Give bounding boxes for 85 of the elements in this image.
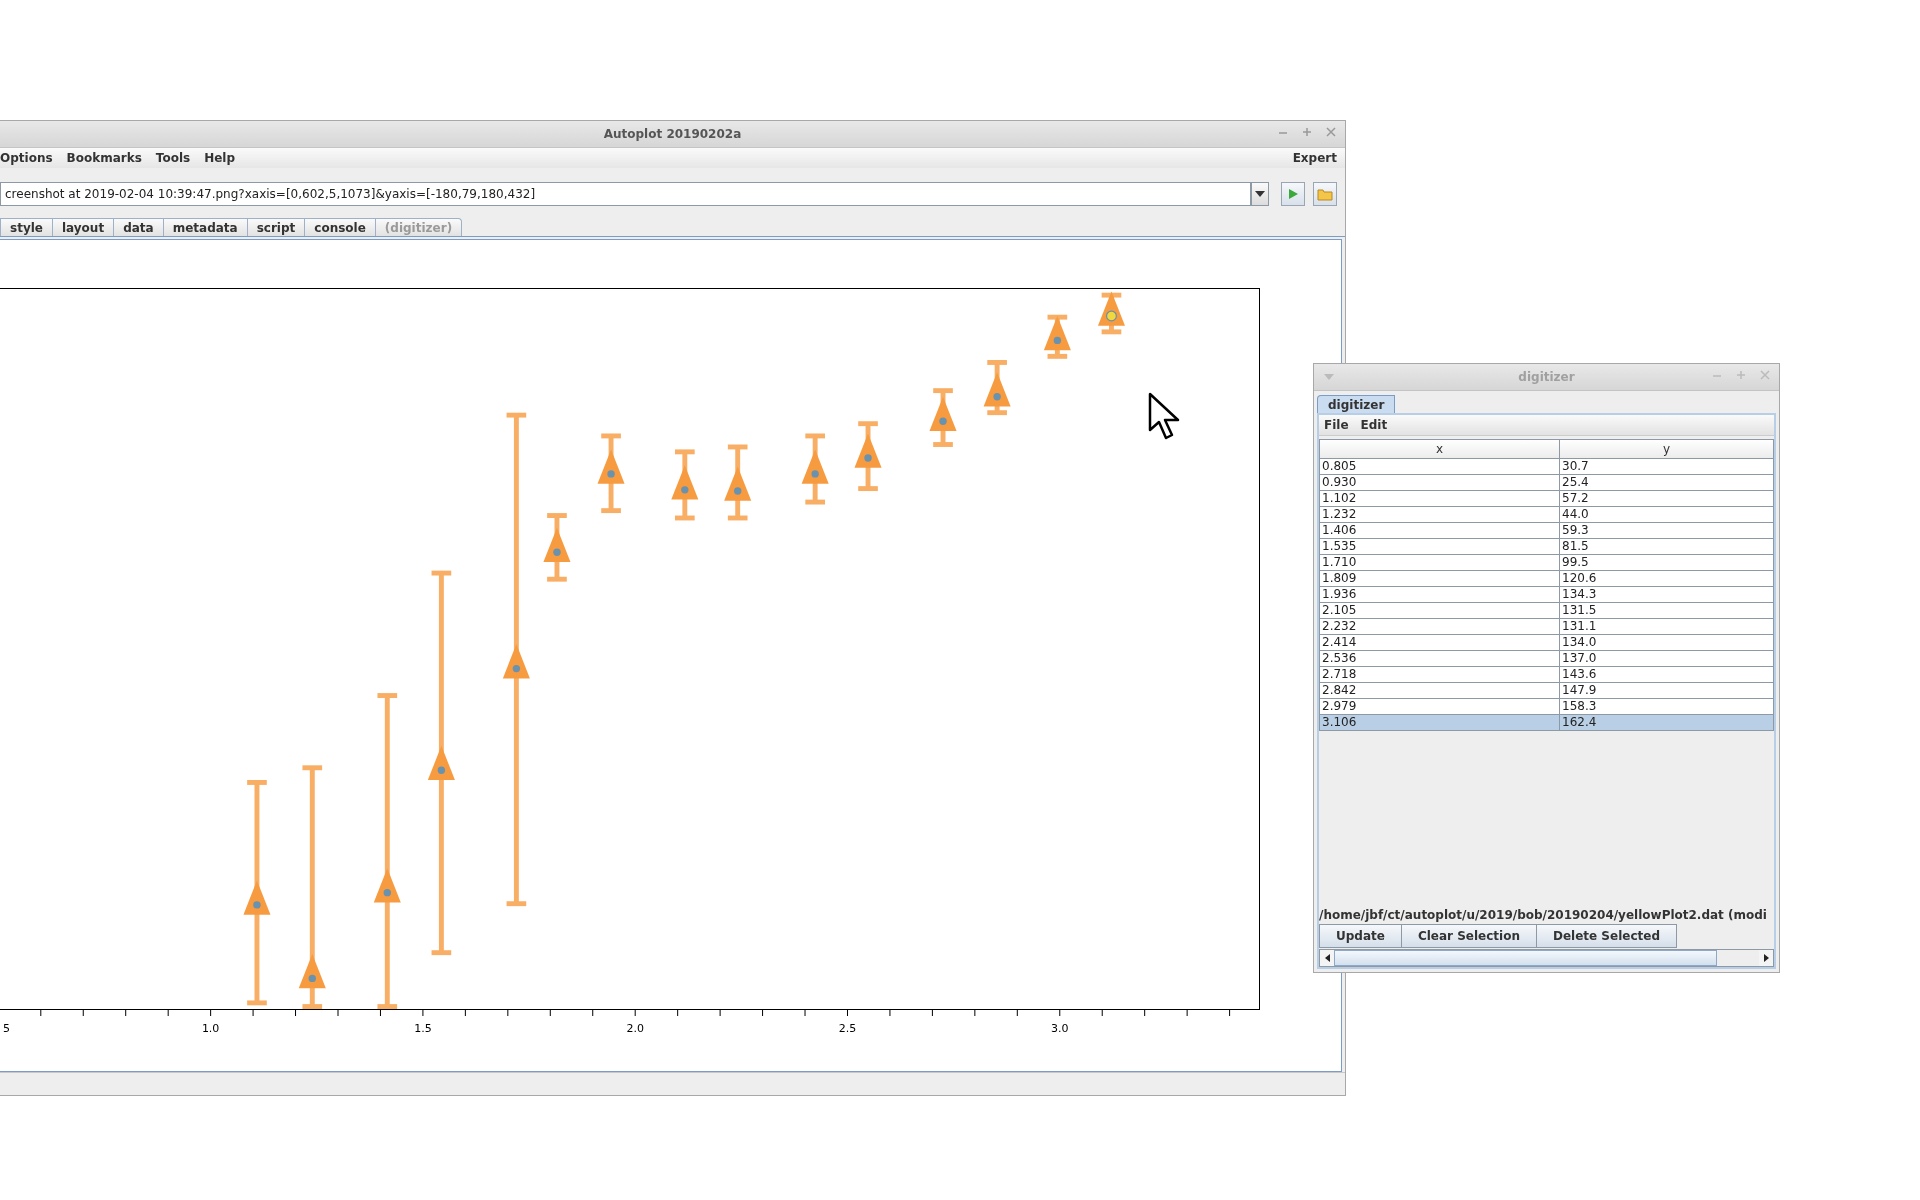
url-field[interactable]: creenshot at 2019-02-04 10:39:47.png?xaxis=[0,602,5,1073]&yaxis=[-180,79,180,432] bbox=[0, 181, 1251, 206]
action-button[interactable]: Clear Selection bbox=[1400, 924, 1537, 948]
table-cell[interactable]: 158.3 bbox=[1560, 699, 1774, 715]
tab[interactable]: metadata bbox=[162, 218, 248, 236]
open-button[interactable] bbox=[1313, 181, 1337, 206]
table-cell[interactable]: 25.4 bbox=[1560, 475, 1774, 491]
table-cell[interactable]: 81.5 bbox=[1560, 539, 1774, 555]
play-button[interactable] bbox=[1281, 181, 1305, 206]
close-icon[interactable] bbox=[1759, 369, 1771, 381]
table-cell[interactable]: 30.7 bbox=[1560, 459, 1774, 475]
table-cell[interactable]: 120.6 bbox=[1560, 571, 1774, 587]
axis-tick-label: 3.0 bbox=[1051, 1022, 1069, 1035]
table-cell[interactable]: 2.979 bbox=[1320, 699, 1560, 715]
data-point bbox=[1043, 314, 1071, 359]
action-button[interactable]: Delete Selected bbox=[1535, 924, 1677, 948]
caret-icon[interactable] bbox=[1324, 374, 1334, 380]
dropdown-button[interactable] bbox=[1251, 181, 1269, 206]
menu-item[interactable]: File bbox=[1324, 418, 1349, 432]
table-cell[interactable]: 131.1 bbox=[1560, 619, 1774, 635]
table-cell[interactable]: 3.106 bbox=[1320, 715, 1560, 731]
table-cell[interactable]: 2.536 bbox=[1320, 651, 1560, 667]
folder-icon bbox=[1317, 186, 1333, 201]
left-arrow-icon[interactable] bbox=[1324, 954, 1330, 962]
table-cell[interactable]: 2.718 bbox=[1320, 667, 1560, 683]
tab[interactable]: script bbox=[246, 218, 306, 236]
menu-item[interactable]: Options bbox=[0, 151, 53, 165]
close-icon[interactable] bbox=[1325, 126, 1337, 138]
table-cell[interactable]: 2.232 bbox=[1320, 619, 1560, 635]
table-cell[interactable]: 131.5 bbox=[1560, 603, 1774, 619]
tab[interactable]: console bbox=[304, 218, 376, 236]
axis-tick-label: 1.5 bbox=[414, 1022, 432, 1035]
table-cell[interactable]: 44.0 bbox=[1560, 507, 1774, 523]
table-cell[interactable]: 2.105 bbox=[1320, 603, 1560, 619]
table-cell[interactable]: 0.805 bbox=[1320, 459, 1560, 475]
window-title: digitizer bbox=[1518, 370, 1575, 384]
column-header[interactable]: y bbox=[1560, 439, 1774, 459]
data-point bbox=[854, 421, 882, 492]
maximize-icon[interactable] bbox=[1735, 369, 1747, 381]
play-icon bbox=[1287, 187, 1299, 200]
table-cell[interactable]: 1.936 bbox=[1320, 587, 1560, 603]
table-cell[interactable]: 1.710 bbox=[1320, 555, 1560, 571]
data-point bbox=[929, 388, 957, 447]
table-cell[interactable]: 2.414 bbox=[1320, 635, 1560, 651]
window-title: Autoplot 20190202a bbox=[603, 127, 742, 141]
menu-item[interactable]: Help bbox=[204, 151, 236, 165]
tab[interactable]: layout bbox=[51, 218, 115, 236]
tab[interactable]: style bbox=[0, 218, 53, 236]
table-cell[interactable]: 0.930 bbox=[1320, 475, 1560, 491]
file-path: /home/jbf/ct/autoplot/u/2019/bob/20190204/yellowPlot2.dat (modi bbox=[1319, 907, 1768, 924]
table-cell[interactable]: 1.535 bbox=[1320, 539, 1560, 555]
action-button[interactable]: Update bbox=[1319, 924, 1402, 948]
table-cell[interactable]: 162.4 bbox=[1560, 715, 1774, 731]
data-point bbox=[671, 449, 699, 521]
horizontal-scrollbar[interactable] bbox=[1319, 949, 1774, 967]
caret-icon bbox=[1255, 190, 1265, 197]
table-cell[interactable]: 59.3 bbox=[1560, 523, 1774, 539]
axis-tick-label: 2.0 bbox=[626, 1022, 644, 1035]
maximize-icon[interactable] bbox=[1301, 126, 1313, 138]
table-cell[interactable]: 1.102 bbox=[1320, 491, 1560, 507]
table-cell[interactable]: 143.6 bbox=[1560, 667, 1774, 683]
table-cell[interactable]: 57.2 bbox=[1560, 491, 1774, 507]
axis-tick-label: 5 bbox=[3, 1022, 10, 1035]
table-cell[interactable]: 147.9 bbox=[1560, 683, 1774, 699]
menu-item[interactable]: Tools bbox=[155, 151, 191, 165]
data-point bbox=[801, 433, 829, 505]
table-cell[interactable]: 134.3 bbox=[1560, 587, 1774, 603]
menu-item[interactable]: Edit bbox=[1360, 418, 1388, 432]
table-cell[interactable]: 1.809 bbox=[1320, 571, 1560, 587]
table-cell[interactable]: 137.0 bbox=[1560, 651, 1774, 667]
table-cell[interactable]: 99.5 bbox=[1560, 555, 1774, 571]
table-cell[interactable]: 1.406 bbox=[1320, 523, 1560, 539]
table-cell[interactable]: 1.232 bbox=[1320, 507, 1560, 523]
tab[interactable]: digitizer bbox=[1317, 395, 1396, 413]
tab[interactable]: data bbox=[113, 218, 164, 236]
menu-item[interactable]: Bookmarks bbox=[66, 151, 142, 165]
table-cell[interactable]: 2.842 bbox=[1320, 683, 1560, 699]
menu-item[interactable]: Expert bbox=[1292, 151, 1337, 165]
table-cell[interactable]: 134.0 bbox=[1560, 635, 1774, 651]
data-point bbox=[983, 360, 1011, 416]
data-point bbox=[1097, 291, 1125, 335]
axis-tick-label: 2.5 bbox=[838, 1022, 857, 1035]
right-arrow-icon[interactable] bbox=[1763, 954, 1769, 962]
column-header[interactable]: x bbox=[1320, 439, 1560, 459]
axis-tick-label: 1.0 bbox=[201, 1022, 220, 1035]
data-point bbox=[543, 513, 571, 582]
